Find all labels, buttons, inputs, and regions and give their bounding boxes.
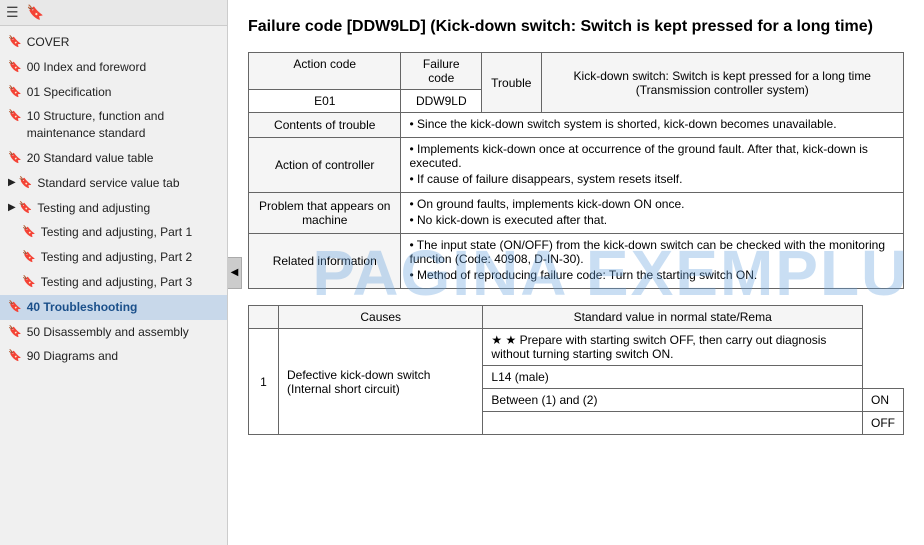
sidebar-item-testing-adj-p1[interactable]: 🔖 Testing and adjusting, Part 1 (0, 220, 227, 245)
info-row-content: • Implements kick-down once at occurrenc… (401, 138, 904, 193)
nav-bookmark-icon: 🔖 (19, 201, 33, 216)
info-table: Action code Failure code Trouble Kick-do… (248, 52, 904, 289)
cause-empty (483, 412, 863, 435)
nav-bookmark-icon: 🔖 (8, 35, 22, 50)
cause-on-val: ON (862, 389, 903, 412)
sidebar-item-testing-adj[interactable]: ▶ 🔖 Testing and adjusting (0, 196, 227, 221)
causes-col-causes: Causes (279, 306, 483, 329)
cause-between-label: Between (1) and (2) (483, 389, 863, 412)
sidebar-item-20-standard[interactable]: 🔖 20 Standard value table (0, 146, 227, 171)
causes-col-no (249, 306, 279, 329)
col-action-code: Action code (249, 53, 401, 90)
failure-code-val: DDW9LD (401, 90, 482, 113)
expand-icon: ▶ (8, 201, 16, 215)
sidebar-item-testing-adj-p3[interactable]: 🔖 Testing and adjusting, Part 3 (0, 270, 227, 295)
nav-item-label: 90 Diagrams and (27, 348, 118, 365)
bookmark-icon[interactable]: 🔖 (27, 4, 44, 21)
nav-bookmark-icon: 🔖 (8, 325, 22, 340)
nav-bookmark-icon: 🔖 (22, 225, 36, 240)
info-row-content: • The input state (ON/OFF) from the kick… (401, 234, 904, 289)
sidebar-item-40-trouble[interactable]: 🔖 40 Troubleshooting (0, 295, 227, 320)
col-trouble: Trouble (482, 53, 541, 113)
action-code-val: E01 (249, 90, 401, 113)
nav-item-label: 40 Troubleshooting (27, 299, 138, 316)
nav-bookmark-icon: 🔖 (8, 151, 22, 166)
causes-table-body: 1Defective kick-down switch (Internal sh… (249, 329, 904, 435)
nav-item-label: Testing and adjusting, Part 3 (41, 274, 192, 291)
sidebar-item-90-diagrams[interactable]: 🔖 90 Diagrams and (0, 344, 227, 369)
info-row-header: Problem that appears on machine (249, 193, 401, 234)
nav-item-label: 10 Structure, function and maintenance s… (27, 108, 219, 142)
sidebar-item-01-spec[interactable]: 🔖 01 Specification (0, 80, 227, 105)
cause-off-val: OFF (862, 412, 903, 435)
nav-item-label: Standard service value tab (37, 175, 179, 192)
cause-text: Defective kick-down switch (Internal sho… (279, 329, 483, 435)
sidebar-item-10-structure[interactable]: 🔖 10 Structure, function and maintenance … (0, 104, 227, 146)
info-row-header: Contents of trouble (249, 113, 401, 138)
nav-item-label: Testing and adjusting, Part 1 (41, 224, 192, 241)
sidebar-toolbar: ☰ 🔖 (0, 0, 227, 26)
sidebar: ☰ 🔖 🔖 COVER 🔖 00 Index and foreword 🔖 01 Spec… (0, 0, 228, 545)
nav-item-label: 50 Disassembly and assembly (27, 324, 189, 341)
menu-icon[interactable]: ☰ (6, 4, 19, 21)
cause-connector-label: L14 (male) (483, 366, 863, 389)
causes-col-standard: Standard value in normal state/Rema (483, 306, 863, 329)
nav-item-label: Testing and adjusting (37, 200, 150, 217)
sidebar-item-std-service[interactable]: ▶ 🔖 Standard service value tab (0, 171, 227, 196)
sidebar-item-cover[interactable]: 🔖 COVER (0, 30, 227, 55)
trouble-desc-cell: Kick-down switch: Switch is kept pressed… (541, 53, 903, 113)
nav-bookmark-icon: 🔖 (8, 300, 22, 315)
nav-bookmark-icon: 🔖 (8, 349, 22, 364)
nav-bookmark-icon: 🔖 (8, 60, 22, 75)
sidebar-collapse-handle[interactable]: ◀ (228, 257, 242, 289)
nav-bookmark-icon: 🔖 (22, 250, 36, 265)
nav-item-label: 00 Index and foreword (27, 59, 146, 76)
sidebar-item-testing-adj-p2[interactable]: 🔖 Testing and adjusting, Part 2 (0, 245, 227, 270)
collapse-arrow-icon: ◀ (231, 267, 239, 278)
expand-icon: ▶ (8, 176, 16, 190)
info-row-header: Related information (249, 234, 401, 289)
cause-std-header: ★ ★ Prepare with starting switch OFF, th… (483, 329, 863, 366)
page-title: Failure code [DDW9LD] (Kick-down switch:… (248, 16, 904, 38)
sidebar-item-00-index[interactable]: 🔖 00 Index and foreword (0, 55, 227, 80)
nav-item-label: Testing and adjusting, Part 2 (41, 249, 192, 266)
sidebar-item-50-disassembly[interactable]: 🔖 50 Disassembly and assembly (0, 320, 227, 345)
nav-bookmark-icon: 🔖 (19, 176, 33, 191)
col-failure-code: Failure code (401, 53, 482, 90)
nav-bookmark-icon: 🔖 (8, 85, 22, 100)
nav-item-label: 20 Standard value table (27, 150, 154, 167)
main-content: PAGINA EXEMPLU Failure code [DDW9LD] (Ki… (228, 0, 924, 545)
info-row-content: • Since the kick-down switch system is s… (401, 113, 904, 138)
nav-bookmark-icon: 🔖 (8, 109, 22, 124)
info-row-header: Action of controller (249, 138, 401, 193)
nav-item-label: COVER (27, 34, 70, 51)
sidebar-nav: 🔖 COVER 🔖 00 Index and foreword 🔖 01 Specific… (0, 26, 227, 545)
cause-no: 1 (249, 329, 279, 435)
info-table-body: Contents of trouble• Since the kick-down… (249, 113, 904, 289)
info-row-content: • On ground faults, implements kick-down… (401, 193, 904, 234)
nav-item-label: 01 Specification (27, 84, 112, 101)
causes-table: Causes Standard value in normal state/Re… (248, 305, 904, 435)
nav-bookmark-icon: 🔖 (22, 275, 36, 290)
